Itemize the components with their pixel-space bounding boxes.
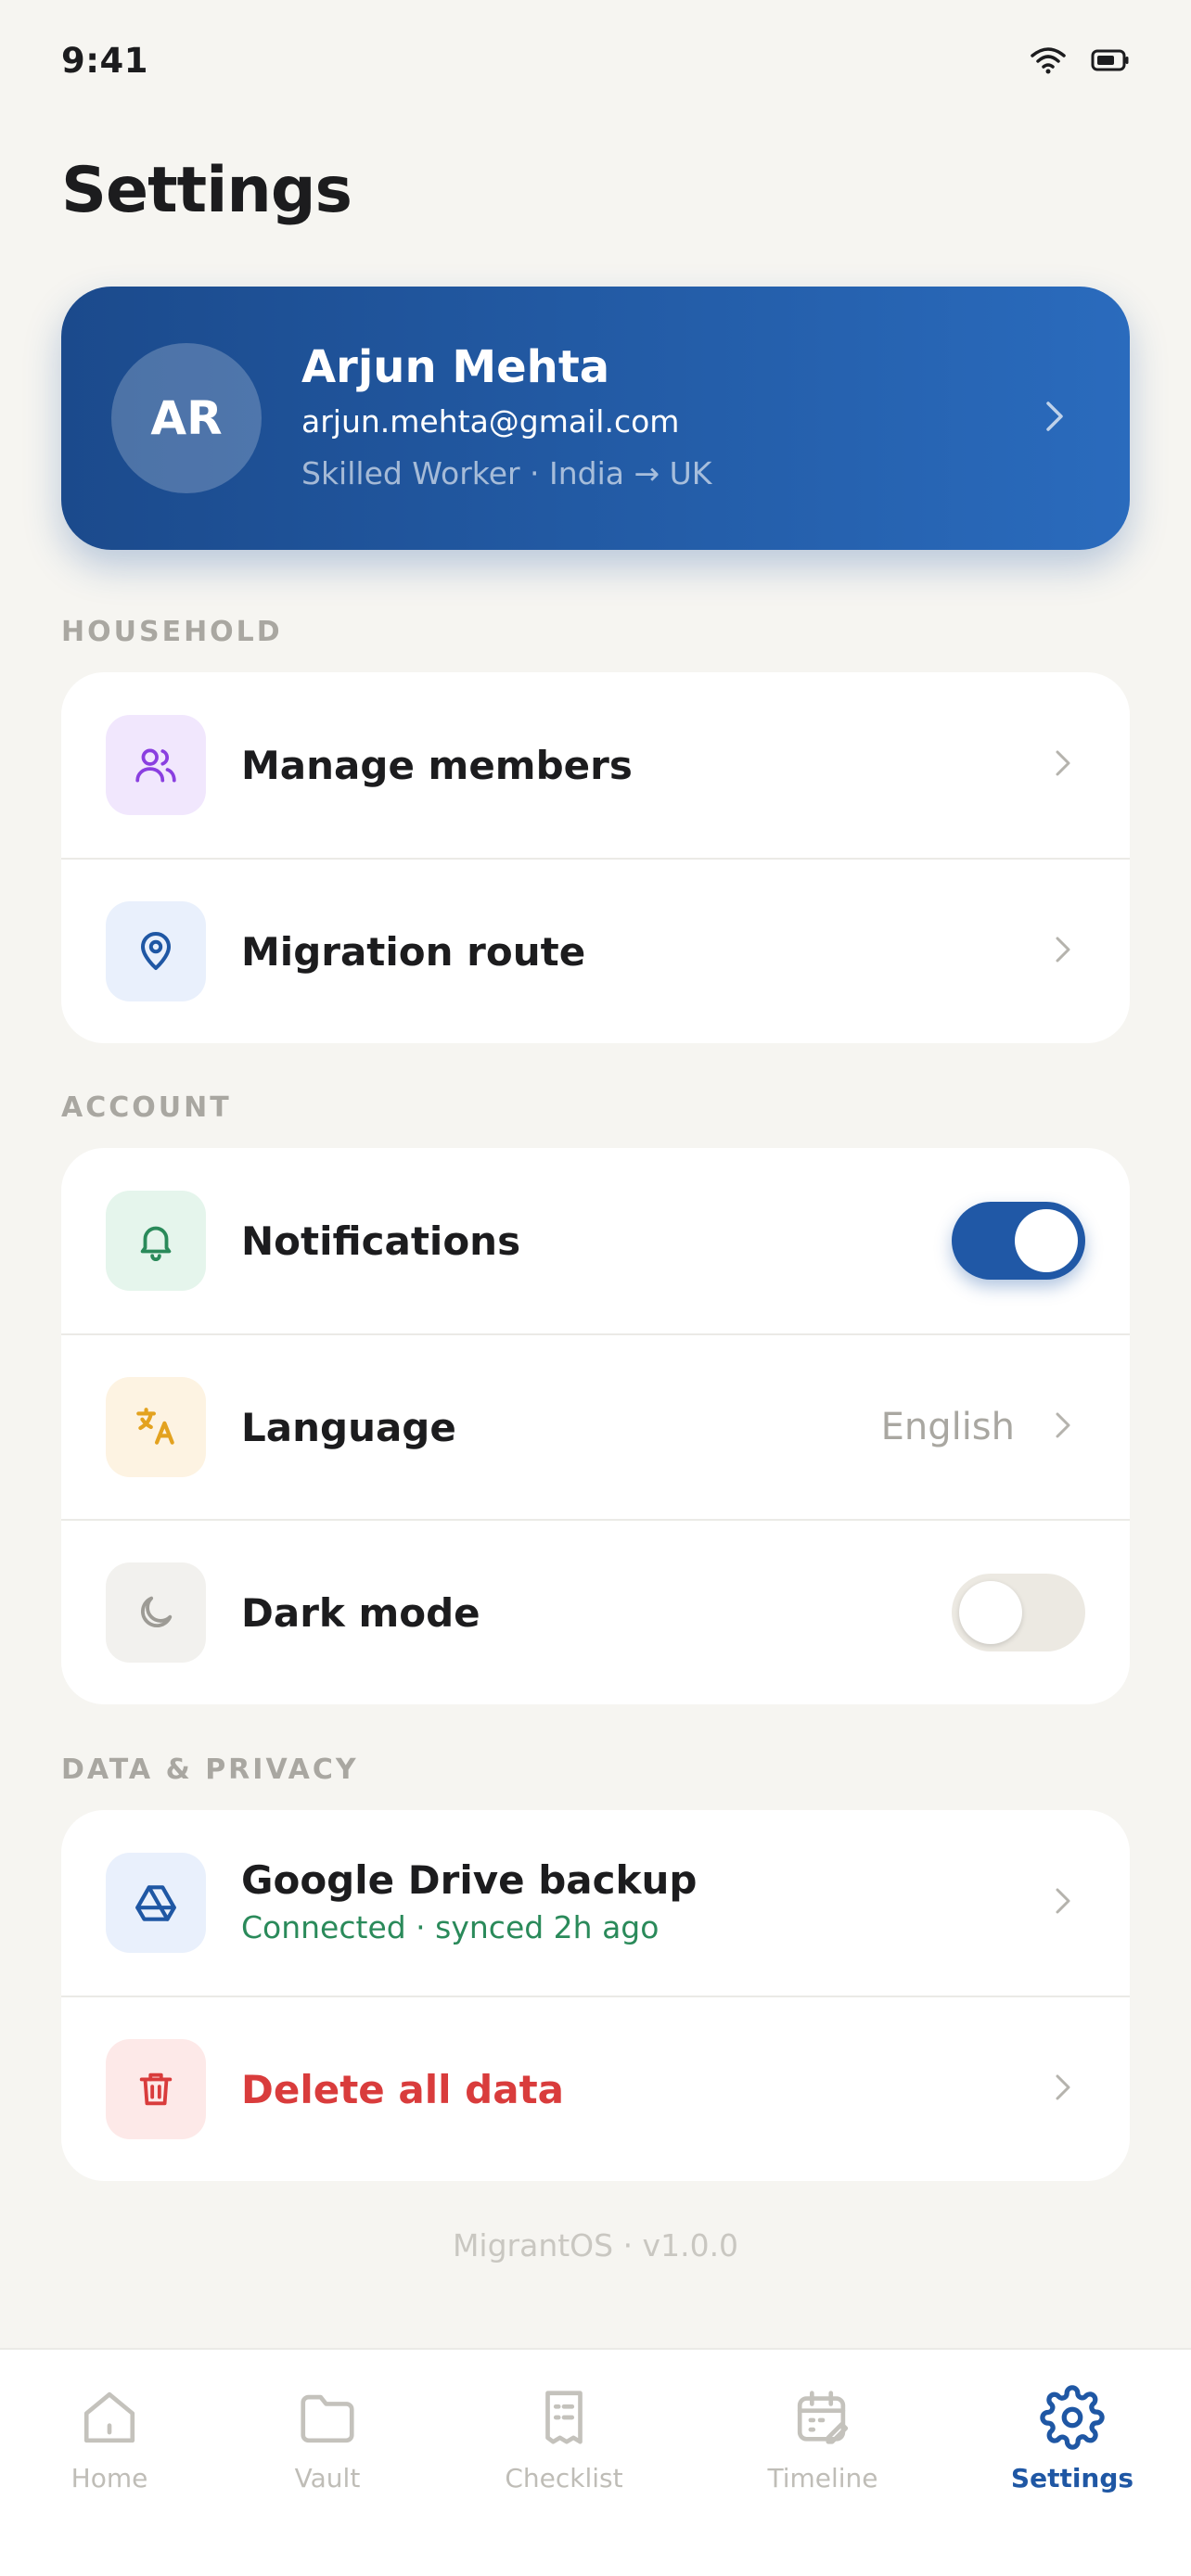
row-label: Language: [241, 1404, 456, 1450]
users-icon: [106, 715, 206, 815]
bottom-nav: Home Vault Checklist Timeline Settings: [0, 2348, 1191, 2576]
chevron-right-icon: [1054, 2072, 1072, 2106]
app-version: MigrantOS · v1.0.0: [452, 2227, 739, 2264]
row-label: Migration route: [241, 928, 586, 975]
row-label: Delete all data: [241, 2066, 564, 2112]
settings-row-google-drive-backup[interactable]: Google Drive backup Connected · synced 2…: [61, 1810, 1130, 1996]
settings-row-dark-mode: Dark mode: [61, 1519, 1130, 1704]
nav-label: Checklist: [505, 2463, 623, 2493]
profile-name: Arjun Mehta: [301, 341, 610, 393]
checklist-icon: [531, 2385, 596, 2454]
chevron-right-icon: [1054, 1886, 1072, 1919]
chevron-right-icon: [1054, 748, 1072, 782]
wifi-icon: [1030, 46, 1067, 74]
row-labels: Google Drive backup Connected · synced 2…: [241, 1856, 1054, 1949]
status-bar: 9:41: [61, 37, 1130, 83]
map-pin-icon: [106, 901, 206, 1001]
row-label: Dark mode: [241, 1589, 480, 1636]
toggle-knob: [1015, 1209, 1078, 1272]
chevron-right-icon: [1044, 400, 1065, 437]
row-label: Manage members: [241, 742, 633, 788]
battery-icon: [1091, 48, 1130, 72]
settings-screen: 9:41 Settings AR Arjun Mehta arjun.mehta…: [0, 0, 1191, 2576]
bell-icon: [106, 1191, 206, 1291]
profile-visa-route: Skilled Worker · India → UK: [301, 455, 712, 491]
notifications-toggle[interactable]: [952, 1202, 1085, 1280]
settings-row-manage-members[interactable]: Manage members: [61, 672, 1130, 858]
settings-row-language[interactable]: Language English: [61, 1333, 1130, 1519]
settings-row-migration-route[interactable]: Migration route: [61, 858, 1130, 1043]
moon-icon: [106, 1562, 206, 1663]
nav-item-home[interactable]: Home: [17, 2385, 202, 2493]
section-label-household: HOUSEHOLD: [61, 616, 283, 648]
translate-icon: [106, 1377, 206, 1477]
backup-status: Connected · synced 2h ago: [241, 1909, 660, 1945]
chevron-right-icon: [1054, 935, 1072, 968]
profile-email: arjun.mehta@gmail.com: [301, 403, 680, 440]
gear-icon: [1040, 2385, 1105, 2454]
toggle-knob: [959, 1581, 1022, 1644]
chevron-right-icon: [1054, 1410, 1072, 1444]
nav-label: Settings: [1010, 2463, 1134, 2493]
nav-label: Timeline: [767, 2463, 878, 2493]
profile-card[interactable]: AR Arjun Mehta arjun.mehta@gmail.com Ski…: [61, 287, 1130, 550]
section-label-account: ACCOUNT: [61, 1091, 232, 1124]
nav-item-vault[interactable]: Vault: [235, 2385, 420, 2493]
nav-item-timeline[interactable]: Timeline: [730, 2385, 916, 2493]
privacy-card: Google Drive backup Connected · synced 2…: [61, 1810, 1130, 2181]
nav-item-settings[interactable]: Settings: [980, 2385, 1165, 2493]
folder-icon: [295, 2385, 360, 2454]
row-label: Google Drive backup: [241, 1857, 698, 1903]
settings-row-delete-all-data[interactable]: Delete all data: [61, 1996, 1130, 2181]
status-icons: [1030, 46, 1130, 74]
calendar-icon: [790, 2385, 855, 2454]
row-label: Notifications: [241, 1218, 521, 1264]
trash-icon: [106, 2039, 206, 2139]
section-label-data-privacy: DATA & PRIVACY: [61, 1753, 359, 1786]
page-title: Settings: [61, 154, 352, 227]
nav-label: Home: [70, 2463, 148, 2493]
account-card: Notifications Language English Dark mode: [61, 1148, 1130, 1704]
profile-info: Arjun Mehta arjun.mehta@gmail.com Skille…: [301, 339, 1044, 497]
nav-item-checklist[interactable]: Checklist: [471, 2385, 657, 2493]
household-card: Manage members Migration route: [61, 672, 1130, 1043]
settings-row-notifications: Notifications: [61, 1148, 1130, 1333]
nav-label: Vault: [294, 2463, 361, 2493]
dark-mode-toggle[interactable]: [952, 1574, 1085, 1651]
status-time: 9:41: [61, 40, 149, 81]
avatar: AR: [111, 343, 262, 493]
language-value: English: [880, 1406, 1015, 1448]
home-icon: [77, 2385, 142, 2454]
google-drive-icon: [106, 1853, 206, 1953]
